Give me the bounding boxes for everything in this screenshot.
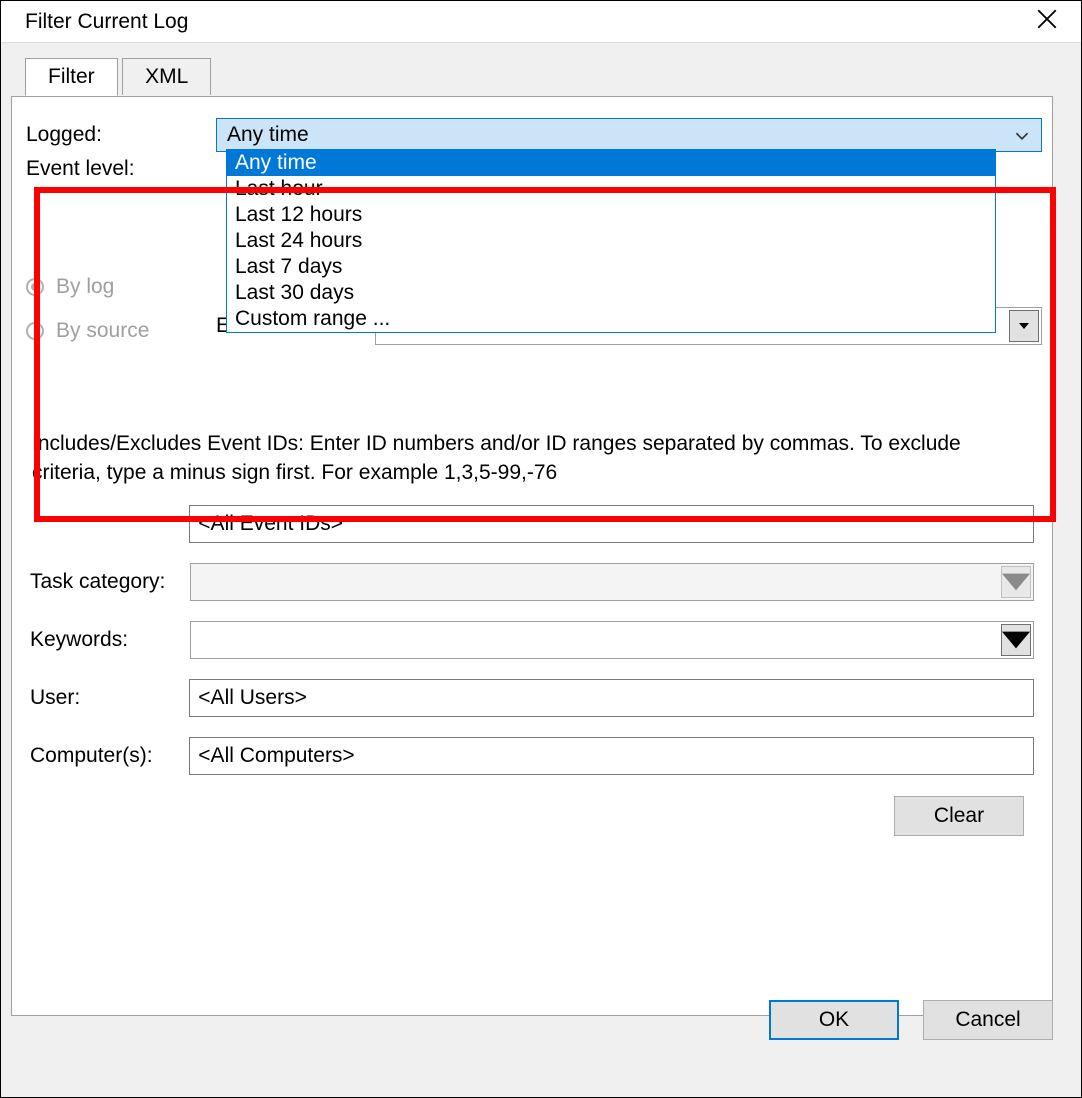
radio-icon	[26, 322, 44, 340]
dropdown-button-icon[interactable]	[1001, 624, 1031, 656]
tab-bar: Filter XML	[25, 57, 1053, 96]
user-row: User:	[30, 676, 1034, 720]
tab-body: Logged: Any time Any timeLast hourLast 1…	[11, 96, 1053, 1016]
user-input[interactable]	[189, 679, 1034, 717]
dropdown-button-icon[interactable]	[1009, 310, 1039, 342]
by-log-label: By log	[56, 275, 114, 299]
ok-button[interactable]: OK	[769, 1000, 899, 1040]
keywords-row: Keywords:	[30, 618, 1034, 662]
computers-row: Computer(s):	[30, 734, 1034, 778]
logged-option[interactable]: Any time	[227, 150, 995, 176]
clear-button[interactable]: Clear	[894, 796, 1024, 836]
event-ids-row	[30, 502, 1034, 546]
by-source-radio: By source	[26, 319, 206, 343]
dialog-buttons: OK Cancel	[769, 1000, 1053, 1040]
event-ids-input[interactable]	[189, 505, 1034, 543]
logged-option[interactable]: Last hour	[227, 176, 995, 202]
logged-option[interactable]: Custom range ...	[227, 306, 995, 332]
event-ids-help: Includes/Excludes Event IDs: Enter ID nu…	[30, 429, 1034, 488]
logged-field: Any time	[216, 118, 1042, 152]
window-title: Filter Current Log	[15, 10, 188, 34]
tab-filter[interactable]: Filter	[25, 58, 118, 96]
upper-filter-block: Logged: Any time Any timeLast hourLast 1…	[12, 99, 1052, 409]
chevron-down-icon	[1015, 125, 1029, 149]
user-label: User:	[30, 686, 189, 710]
logged-option[interactable]: Last 24 hours	[227, 228, 995, 254]
by-source-label: By source	[56, 319, 149, 343]
tab-xml[interactable]: XML	[122, 58, 211, 95]
event-level-label: Event level:	[26, 157, 216, 181]
content-area: Filter XML Logged: Any time	[1, 43, 1081, 1048]
keywords-label: Keywords:	[30, 628, 190, 652]
dropdown-button-icon	[1001, 566, 1031, 598]
logged-dropdown[interactable]: Any timeLast hourLast 12 hoursLast 24 ho…	[226, 149, 996, 333]
logged-option[interactable]: Last 30 days	[227, 280, 995, 306]
computers-label: Computer(s):	[30, 744, 189, 768]
by-log-radio: By log	[26, 275, 114, 299]
lower-filter-block: Includes/Excludes Event IDs: Enter ID nu…	[12, 409, 1052, 842]
logged-combo[interactable]: Any time	[216, 118, 1042, 152]
cancel-button[interactable]: Cancel	[923, 1000, 1053, 1040]
task-category-row: Task category:	[30, 560, 1034, 604]
clear-button-row: Clear	[30, 778, 1034, 836]
titlebar: Filter Current Log	[1, 1, 1081, 43]
keywords-combo[interactable]	[190, 621, 1034, 659]
radio-icon	[26, 278, 44, 296]
computers-input[interactable]	[189, 737, 1034, 775]
close-icon[interactable]	[1027, 6, 1067, 38]
logged-label: Logged:	[26, 123, 216, 147]
dialog-window: Filter Current Log Filter XML Logged: An…	[0, 0, 1082, 1098]
task-category-combo	[190, 563, 1034, 601]
task-category-label: Task category:	[30, 570, 190, 594]
logged-combo-value: Any time	[227, 123, 309, 147]
logged-option[interactable]: Last 12 hours	[227, 202, 995, 228]
logged-option[interactable]: Last 7 days	[227, 254, 995, 280]
